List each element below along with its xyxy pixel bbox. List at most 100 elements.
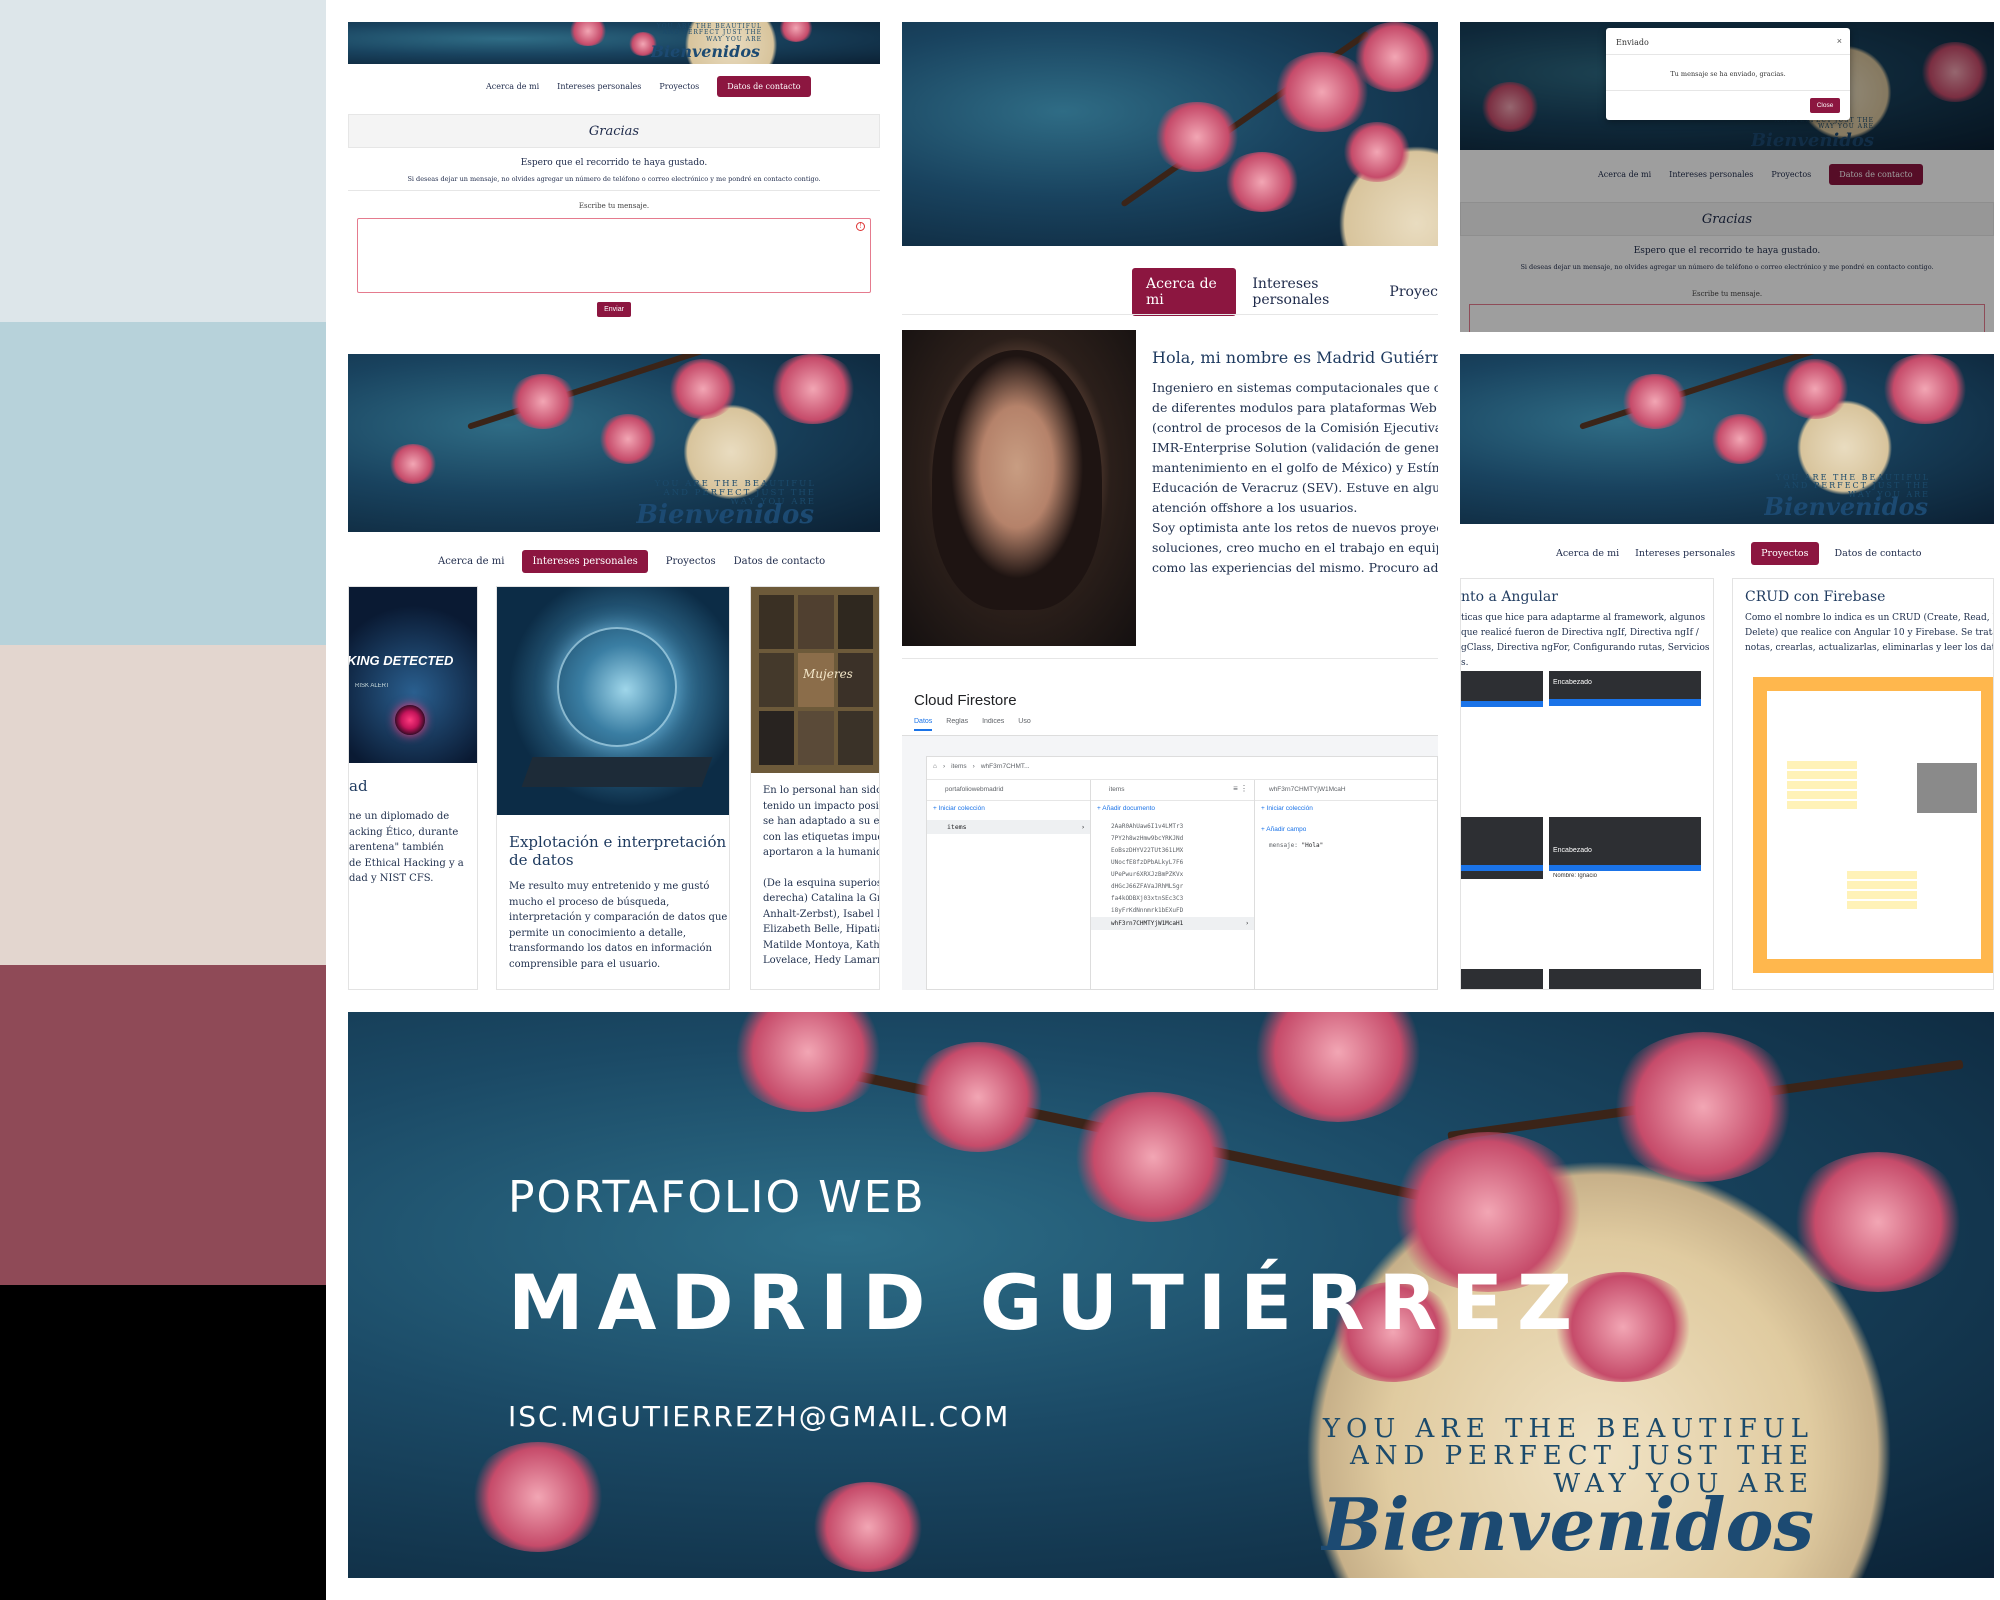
firebase-preview xyxy=(1753,677,1993,973)
about-banner xyxy=(902,22,1438,246)
close-button[interactable]: Close xyxy=(1810,98,1840,113)
swatch-1 xyxy=(0,0,326,322)
blossom-decor xyxy=(1710,414,1770,464)
nav-about[interactable]: Acerca de mi xyxy=(438,556,504,567)
data-text: Me resulto muy entretenido y me gustó muc… xyxy=(509,881,728,970)
tab-datos[interactable]: Datos xyxy=(914,718,933,731)
nav-about-active[interactable]: Acerca de mi xyxy=(1132,268,1237,316)
message-label: Escribe tu mensaje. xyxy=(578,202,650,210)
project-card-angular[interactable]: nto a Angular ticas que hice para adapta… xyxy=(1460,578,1714,990)
tab-indices[interactable]: Índices xyxy=(982,718,1004,731)
nav-contact[interactable]: Datos de contacto xyxy=(1835,548,1922,559)
blossom-decor xyxy=(388,444,438,484)
nav-about[interactable]: Acerca de mi xyxy=(486,82,539,91)
add-document-button[interactable]: + Añadir documento xyxy=(1097,805,1155,812)
swatch-2 xyxy=(0,322,326,645)
firebase-title: CRUD con Firebase xyxy=(1745,589,1886,605)
blossom-decor xyxy=(1068,1092,1238,1222)
project-card-firebase[interactable]: CRUD con Firebase Como el nombre lo indi… xyxy=(1732,578,1994,990)
about-nav: Acerca de mi Intereses personales Proyec xyxy=(1132,268,1438,316)
profile-photo xyxy=(902,330,1136,646)
gracias-title: Gracias xyxy=(588,124,640,139)
filter-icon[interactable]: ≡ ⋮ xyxy=(1233,784,1248,793)
note-stack xyxy=(1787,761,1857,811)
col2-header: items xyxy=(1109,786,1125,793)
blossom-decor xyxy=(1608,1032,1798,1182)
blossom-decor xyxy=(1152,102,1242,172)
list-item[interactable]: 7PY2h8wzHmw9bcYRKJNd xyxy=(1111,833,1183,845)
tab-reglas[interactable]: Reglas xyxy=(946,718,968,731)
close-icon[interactable]: × xyxy=(1837,36,1842,46)
nav-contact[interactable]: Datos de contacto xyxy=(734,556,826,567)
selected-document[interactable]: whF3rn7CHMTYjW1McaH1 › xyxy=(1091,917,1254,930)
blossom-decor xyxy=(1342,122,1412,182)
angular-mock-4: Encabezado Nombre: Ignacio xyxy=(1549,817,1701,917)
laptop-icon xyxy=(521,757,713,787)
hacking-caption: HACKING DETECTED xyxy=(349,653,454,668)
contact-screenshot: YOU ARE THE BEAUTIFUL AND PERFECT JUST TH… xyxy=(348,22,880,332)
nav-projects-active[interactable]: Proyectos xyxy=(1751,542,1819,565)
list-item[interactable]: UPePwur6XRXJzBmPZKVx xyxy=(1111,869,1183,881)
interest-card-women[interactable]: Mujeres En lo personal han sido r tenido … xyxy=(750,586,880,990)
interest-card-data[interactable]: Explotación e interpretación de datos Me… xyxy=(496,586,730,990)
mock-header-label: Encabezado xyxy=(1553,847,1592,854)
contact-note: Si deseas dejar un mensaje, no olvides a… xyxy=(407,175,821,183)
crumb-doc[interactable]: whF3rn7CHMT... xyxy=(981,763,1030,770)
document-list: 2AaR0AhUaw6I1v4LMTr3 7PY2h8wzHmw9bcYRKJN… xyxy=(1111,821,1183,917)
interest-card-hacking[interactable]: HACKING DETECTED RISK ALERT ad ne un dip… xyxy=(348,586,478,990)
nav-interests[interactable]: Intereses personales xyxy=(557,82,641,91)
message-textarea[interactable]: ! xyxy=(357,218,871,293)
data-image xyxy=(497,587,729,815)
hero-subtitle: PORTAFOLIO WEB xyxy=(508,1172,926,1223)
blossom-decor xyxy=(1620,374,1690,429)
banner-bienvenidos: Bienvenidos xyxy=(1763,492,1928,521)
banner-tagline: YOU ARE THE BEAUTIFUL AND PERFECT JUST TH… xyxy=(656,23,762,43)
list-item[interactable]: EoBszDHYV22TUt361LMX xyxy=(1111,845,1183,857)
angular-title: nto a Angular xyxy=(1461,589,1558,605)
start-collection-button[interactable]: + Iniciar colección xyxy=(933,805,985,812)
modal-screenshot: AND PERFECT JUST THE WAY YOU ARE Bienveni… xyxy=(1460,22,1994,332)
chevron-right-icon: › xyxy=(1081,823,1085,831)
blossom-decor xyxy=(1780,359,1850,419)
list-item[interactable]: dHGcJ66ZFAVaJRhMLSgr xyxy=(1111,881,1183,893)
nav-projects-cut[interactable]: Proyec xyxy=(1389,284,1438,300)
list-item[interactable]: fa4kODBXj03xtnSEc3C3 xyxy=(1111,893,1183,905)
firestore-title: Cloud Firestore xyxy=(914,692,1017,709)
list-item[interactable]: 2AaR0AhUaw6I1v4LMTr3 xyxy=(1111,821,1183,833)
col1-header: portafoliowebmadrid xyxy=(945,786,1004,793)
blossom-decor xyxy=(1248,1012,1428,1122)
add-field-button[interactable]: + Añadir campo xyxy=(1261,826,1306,833)
nav-contact-active[interactable]: Datos de contacto xyxy=(717,76,811,97)
home-icon[interactable]: ⌂ xyxy=(933,763,937,770)
data-title: Explotación e interpretación de datos xyxy=(509,833,727,869)
list-item[interactable]: UNocfE8fzDPbALkyL7F6 xyxy=(1111,857,1183,869)
start-subcollection-button[interactable]: + Iniciar colección xyxy=(1261,805,1313,812)
crumb-items[interactable]: items xyxy=(951,763,967,770)
collection-items[interactable]: items › xyxy=(927,820,1090,834)
firestore-header: Cloud Firestore Datos Reglas Índices Uso xyxy=(902,684,1438,736)
hero-email[interactable]: ISC.MGUTIERREZH@GMAIL.COM xyxy=(508,1400,1010,1433)
angular-mock-1 xyxy=(1461,671,1543,753)
nav-interests-active[interactable]: Intereses personales xyxy=(522,550,648,573)
swatch-5 xyxy=(0,1285,326,1600)
nav-projects[interactable]: Proyectos xyxy=(659,82,699,91)
tab-uso[interactable]: Uso xyxy=(1018,718,1030,731)
nav-interests[interactable]: Intereses personales xyxy=(1252,276,1373,308)
firestore-tabs: Datos Reglas Índices Uso xyxy=(914,718,1031,731)
hacking-image: HACKING DETECTED RISK ALERT xyxy=(349,587,477,763)
nav-about[interactable]: Acerca de mi xyxy=(1556,548,1619,559)
angular-mock-5 xyxy=(1461,969,1543,989)
swatch-4 xyxy=(0,965,326,1285)
send-button[interactable]: Enviar xyxy=(597,302,631,317)
nav-projects[interactable]: Proyectos xyxy=(666,556,716,567)
blossom-decor xyxy=(768,354,858,424)
modal-message: Tu mensaje se ha enviado, gracias. xyxy=(1670,70,1786,78)
angular-mock-3 xyxy=(1461,817,1543,879)
banner-bienvenidos: Bienvenidos xyxy=(650,42,760,61)
projects-banner: YOU ARE THE BEAUTIFUL AND PERFECT JUST TH… xyxy=(1460,354,1994,524)
divider xyxy=(902,314,1438,315)
nav-interests[interactable]: Intereses personales xyxy=(1635,548,1735,559)
blossom-decor xyxy=(1222,152,1302,212)
list-item[interactable]: i8yFrKdNnnmrk1bEXuFD xyxy=(1111,905,1183,917)
blossom-decor xyxy=(1880,354,1970,424)
